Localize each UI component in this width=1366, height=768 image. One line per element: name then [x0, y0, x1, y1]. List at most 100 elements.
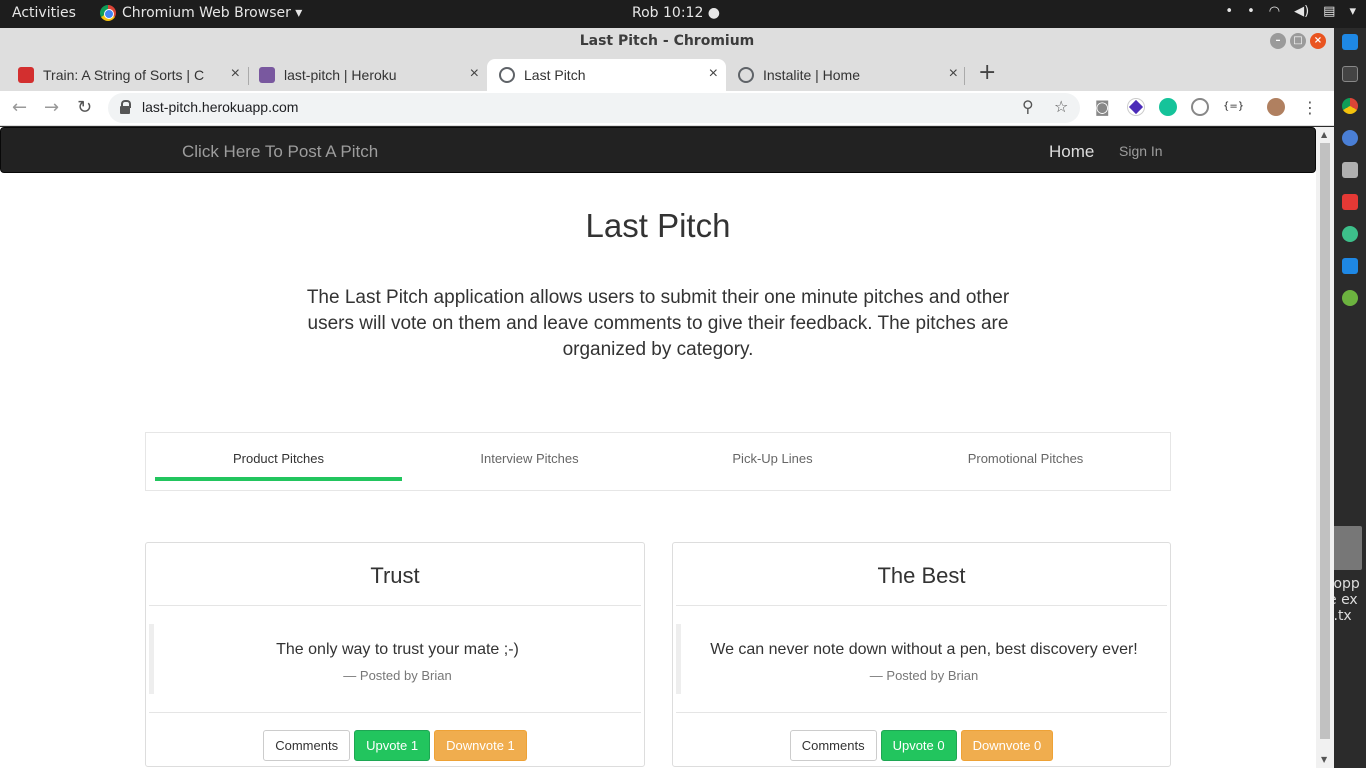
- dot-icon: •: [1225, 4, 1234, 19]
- downvote-button[interactable]: Downvote 0: [960, 730, 1054, 761]
- downvote-button[interactable]: Downvote 1: [434, 730, 527, 761]
- window-controls: – □ ×: [1270, 33, 1326, 49]
- tab-label: last-pitch | Heroku: [284, 67, 397, 83]
- text-file-icon: [1332, 526, 1362, 570]
- upvote-button[interactable]: Upvote 0: [880, 730, 957, 761]
- tab-label: Instalite | Home: [763, 67, 861, 83]
- chevron-down-icon: ▾: [1349, 4, 1356, 19]
- pitch-quote: The only way to trust your mate ;-) — Po…: [149, 624, 641, 694]
- app-menu[interactable]: Chromium Web Browser ▾: [100, 5, 302, 21]
- dot-icon: •: [1247, 4, 1255, 19]
- page-title: Last Pitch: [585, 207, 731, 244]
- files-icon[interactable]: [1342, 162, 1358, 178]
- close-window-button[interactable]: ×: [1310, 33, 1326, 49]
- pitch-quote: We can never note down without a pen, be…: [676, 624, 1167, 694]
- tab-label: Train: A String of Sorts | C: [43, 67, 205, 83]
- scroll-down-icon[interactable]: ▼: [1321, 755, 1327, 764]
- close-tab-icon[interactable]: ×: [709, 65, 718, 83]
- upvote-button[interactable]: Upvote 1: [354, 730, 431, 761]
- divider: [676, 712, 1167, 713]
- activities-button[interactable]: Activities: [12, 5, 76, 21]
- nav-home-link[interactable]: Home: [1049, 142, 1094, 162]
- tab-pick-up-lines[interactable]: Pick-Up Lines: [649, 433, 896, 490]
- slack-icon[interactable]: [1342, 226, 1358, 242]
- tab-interview-pitches[interactable]: Interview Pitches: [406, 433, 653, 490]
- terminal-icon[interactable]: [1342, 66, 1358, 82]
- forward-button[interactable]: →: [44, 97, 59, 118]
- tab-promotional-pitches[interactable]: Promotional Pitches: [902, 433, 1149, 490]
- category-label: Interview Pitches: [480, 451, 579, 466]
- vscode-icon[interactable]: [1342, 258, 1358, 274]
- utorrent-icon[interactable]: [1342, 290, 1358, 306]
- tab-heroku[interactable]: last-pitch | Heroku ×: [241, 59, 487, 91]
- comments-button[interactable]: Comments: [789, 730, 877, 761]
- wifi-icon: ◠: [1268, 4, 1281, 19]
- chromium-icon[interactable]: [1342, 130, 1358, 146]
- tab-label: Last Pitch: [524, 67, 586, 83]
- tab-last-pitch[interactable]: Last Pitch ×: [487, 59, 726, 91]
- scrollbar-thumb[interactable]: [1320, 143, 1330, 739]
- app-menu-label: Chromium Web Browser ▾: [122, 5, 303, 21]
- pitch-author: — Posted by Brian: [869, 668, 979, 683]
- reload-button[interactable]: ↻: [77, 97, 92, 118]
- category-label: Pick-Up Lines: [732, 451, 813, 466]
- new-tab-button[interactable]: +: [978, 60, 996, 85]
- close-tab-icon[interactable]: ×: [949, 65, 958, 83]
- volume-icon: ◀): [1294, 4, 1310, 19]
- pitch-title: Trust: [370, 563, 420, 588]
- globe-icon: [738, 67, 754, 83]
- divider: [149, 605, 641, 606]
- system-top-bar: Activities Chromium Web Browser ▾ Rob 10…: [0, 0, 1366, 28]
- post-pitch-link[interactable]: Click Here To Post A Pitch: [182, 142, 378, 162]
- vscode-icon[interactable]: [1342, 34, 1358, 50]
- window-titlebar[interactable]: Last Pitch - Chromium – □ ×: [0, 28, 1334, 55]
- system-tray[interactable]: • • ◠ ◀) ▤ ▾: [1225, 4, 1356, 19]
- page-scrollbar[interactable]: ▲ ▼: [1316, 127, 1334, 768]
- pitch-author: — Posted by Brian: [343, 668, 452, 683]
- pitch-text: We can never note down without a pen, be…: [710, 641, 1138, 658]
- evince-icon[interactable]: [1342, 194, 1358, 210]
- pitch-card: The Best We can never note down without …: [672, 542, 1171, 767]
- url-text[interactable]: last-pitch.herokuapp.com: [142, 99, 298, 115]
- grammarly-icon[interactable]: [1159, 98, 1177, 116]
- lock-icon[interactable]: [120, 100, 131, 114]
- tab-product-pitches[interactable]: Product Pitches: [155, 433, 402, 490]
- chrome-icon[interactable]: [1342, 98, 1358, 114]
- json-viewer-icon[interactable]: {=}: [1223, 101, 1244, 119]
- menu-icon[interactable]: ⋮: [1302, 98, 1320, 117]
- camera-icon[interactable]: ◙: [1095, 98, 1113, 116]
- address-bar[interactable]: last-pitch.herokuapp.com ⚲ ☆: [108, 93, 1080, 123]
- codewars-icon: [18, 67, 34, 83]
- category-label: Product Pitches: [232, 451, 325, 466]
- clock[interactable]: Rob 10:12 ●: [632, 5, 720, 21]
- globe-icon: [499, 67, 515, 83]
- page-viewport: Click Here To Post A Pitch Home Sign In …: [0, 127, 1316, 768]
- nav-signin-link[interactable]: Sign In: [1119, 143, 1163, 159]
- globe-extension-icon[interactable]: [1191, 98, 1209, 116]
- back-button[interactable]: ←: [12, 97, 27, 118]
- page-description: The Last Pitch application allows users …: [306, 287, 1010, 360]
- tab-strip: Train: A String of Sorts | C × last-pitc…: [0, 55, 1334, 91]
- tab-instalite[interactable]: Instalite | Home ×: [726, 59, 966, 91]
- comments-button[interactable]: Comments: [263, 730, 351, 761]
- close-tab-icon[interactable]: ×: [470, 65, 479, 83]
- browser-toolbar: ← → ↻ last-pitch.herokuapp.com ⚲ ☆ ◙ {=}…: [0, 91, 1334, 126]
- tab-codewars[interactable]: Train: A String of Sorts | C ×: [0, 59, 248, 91]
- pitch-card: Trust The only way to trust your mate ;-…: [145, 542, 645, 767]
- scroll-up-icon[interactable]: ▲: [1321, 130, 1327, 139]
- chromium-icon: [100, 5, 116, 21]
- minimize-button[interactable]: –: [1270, 33, 1286, 49]
- extension-icon[interactable]: [1127, 98, 1145, 116]
- clipboard-icon: ▤: [1323, 4, 1336, 19]
- maximize-button[interactable]: □: [1290, 33, 1306, 49]
- bookmark-star-icon[interactable]: ☆: [1054, 97, 1068, 116]
- dock: [1334, 28, 1366, 768]
- pitch-actions: Comments Upvote 1 Downvote 1: [146, 730, 644, 761]
- heroku-icon: [259, 67, 275, 83]
- category-label: Promotional Pitches: [967, 451, 1084, 466]
- profile-avatar[interactable]: [1267, 98, 1285, 116]
- divider: [676, 605, 1167, 606]
- close-tab-icon[interactable]: ×: [231, 65, 240, 83]
- zoom-icon[interactable]: ⚲: [1022, 97, 1034, 116]
- site-navbar: Click Here To Post A Pitch Home Sign In: [0, 127, 1316, 173]
